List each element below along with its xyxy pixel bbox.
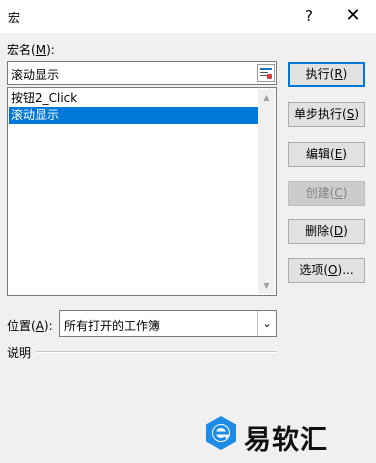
macro-list[interactable]: 按钮2_Click 滚动显示 ▲ ▼ [7,87,277,296]
delete-button[interactable]: 删除(D) [288,219,365,244]
macro-picker-icon[interactable] [257,64,275,82]
macro-name-label: 宏名(M): [7,43,55,57]
chevron-down-icon[interactable]: ⌄ [257,311,276,336]
description-divider [36,351,277,353]
macro-list-item-0[interactable]: 按钮2_Click [9,90,261,107]
location-label: 位置(A): [7,319,53,333]
scroll-down-arrow-icon[interactable]: ▼ [258,277,275,294]
window-title: 宏 [8,11,21,25]
close-button[interactable]: ✕ [343,5,363,27]
title-bar: 宏 ? ✕ [0,0,376,33]
scroll-up-arrow-icon[interactable]: ▲ [258,89,275,106]
watermark-text: 易软汇 [244,425,328,456]
macro-list-scrollbar[interactable]: ▲ ▼ [258,89,275,294]
macro-list-item-1[interactable]: 滚动显示 [9,107,258,124]
location-select[interactable]: 所有打开的工作簿 ⌄ [59,310,277,337]
watermark-logo-icon [206,416,236,450]
step-into-button[interactable]: 单步执行(S) [288,102,365,127]
create-button: 创建(C) [288,181,365,206]
macro-name-input[interactable]: 滚动显示 [7,61,277,85]
edit-button[interactable]: 编辑(E) [288,142,365,167]
run-button[interactable]: 执行(R) [288,62,365,87]
location-value: 所有打开的工作簿 [64,319,161,333]
description-label: 说明 [7,346,32,360]
macro-name-value: 滚动显示 [11,68,60,82]
options-button[interactable]: 选项(O)... [288,258,365,283]
help-button[interactable]: ? [301,6,317,26]
